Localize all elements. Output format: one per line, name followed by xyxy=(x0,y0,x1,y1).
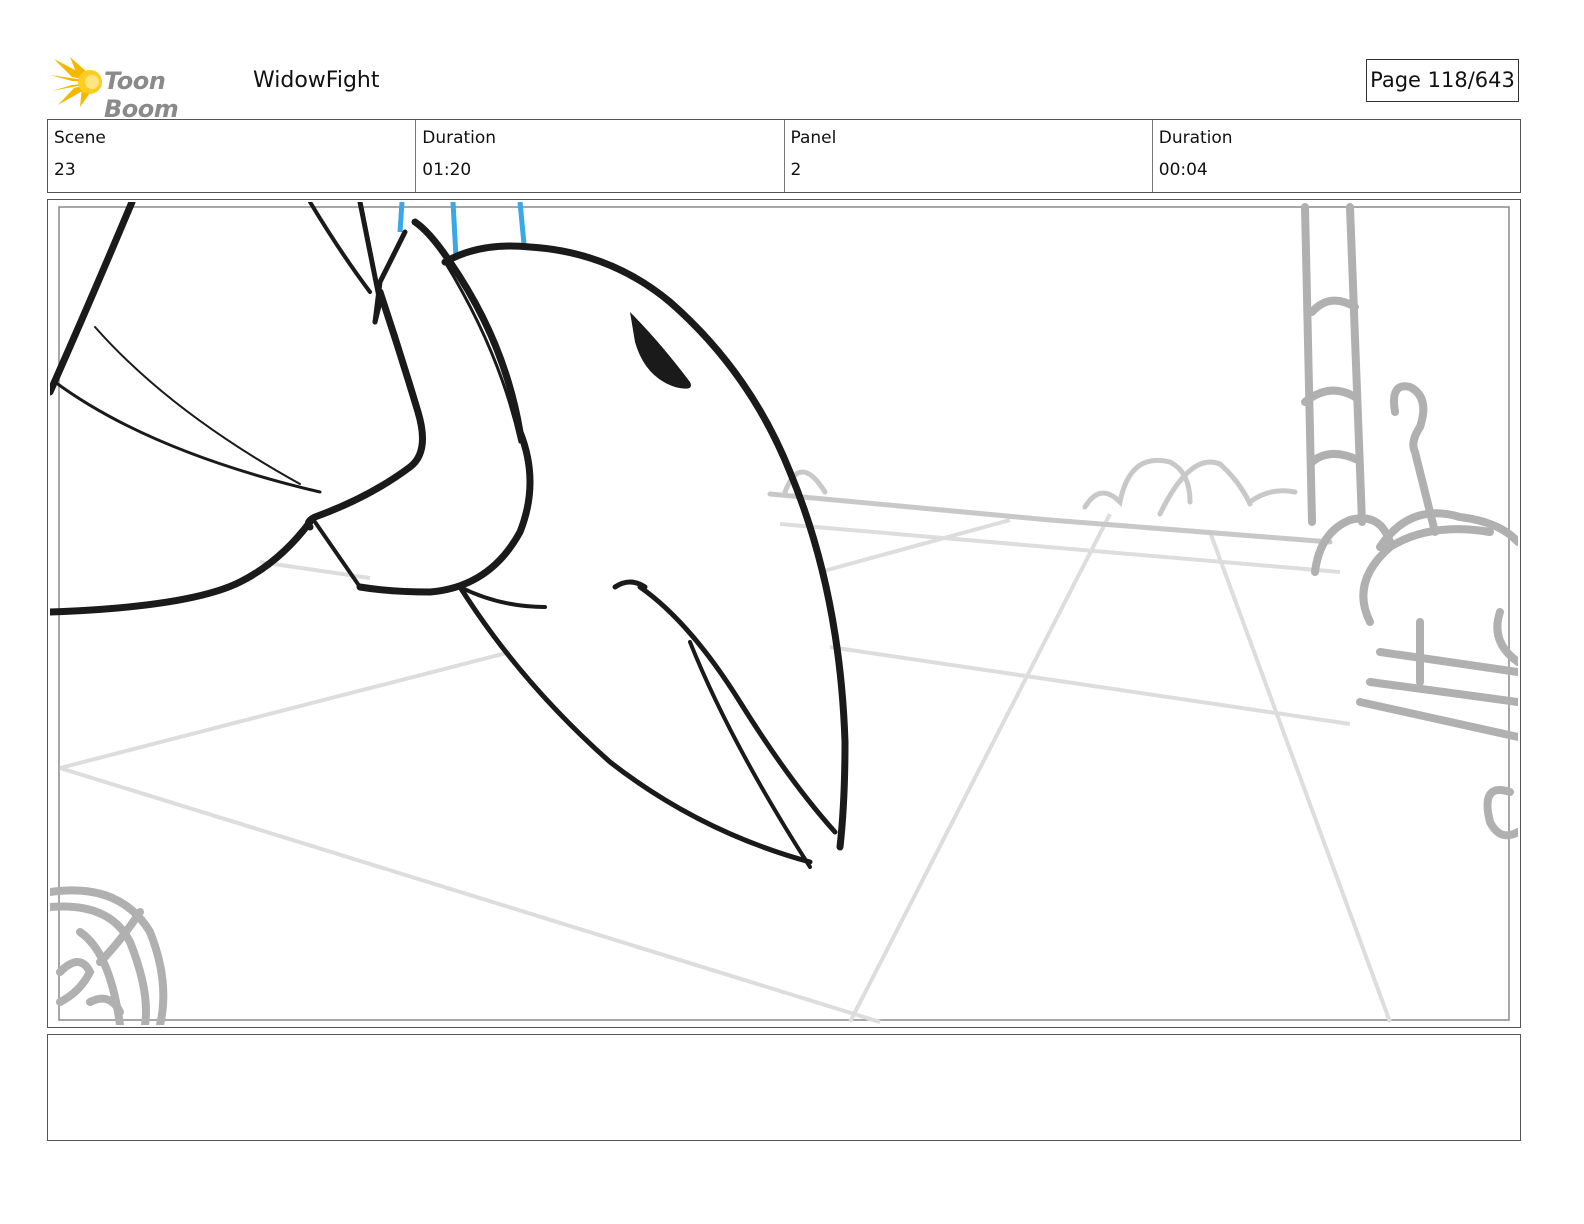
panel-label: Panel xyxy=(790,128,837,148)
panel-duration-cell: Duration 00:04 xyxy=(1153,120,1520,192)
panel-duration-value: 00:04 xyxy=(1158,160,1208,180)
scene-label: Scene xyxy=(54,128,106,148)
bird-character xyxy=(50,202,849,869)
bird-eye xyxy=(630,312,691,389)
notes-box xyxy=(47,1034,1521,1141)
ball-sketch xyxy=(50,886,168,1025)
safe-frame xyxy=(58,206,1510,1021)
scene-duration-value: 01:20 xyxy=(422,160,472,180)
panel-info-bar: Scene 23 Duration 01:20 Panel 2 Duration… xyxy=(47,119,1521,193)
scene-value: 23 xyxy=(54,160,76,180)
toon-boom-logo: Toon Boom xyxy=(50,55,240,123)
panel-duration-label: Duration xyxy=(1158,128,1233,148)
scene-duration-cell: Duration 01:20 xyxy=(416,120,785,192)
gate-sketch xyxy=(1301,203,1518,840)
floor-grid xyxy=(59,513,1392,1024)
brand-name: Toon Boom xyxy=(104,67,179,123)
scene-duration-label: Duration xyxy=(422,128,497,148)
project-title: WidowFight xyxy=(253,68,380,93)
starburst-icon xyxy=(50,57,102,107)
panel-value: 2 xyxy=(790,160,802,180)
panel-artwork xyxy=(50,202,1518,1025)
page-indicator: Page 118/643 xyxy=(1366,59,1519,102)
scene-cell: Scene 23 xyxy=(48,120,417,192)
panel-cell: Panel 2 xyxy=(785,120,1153,192)
